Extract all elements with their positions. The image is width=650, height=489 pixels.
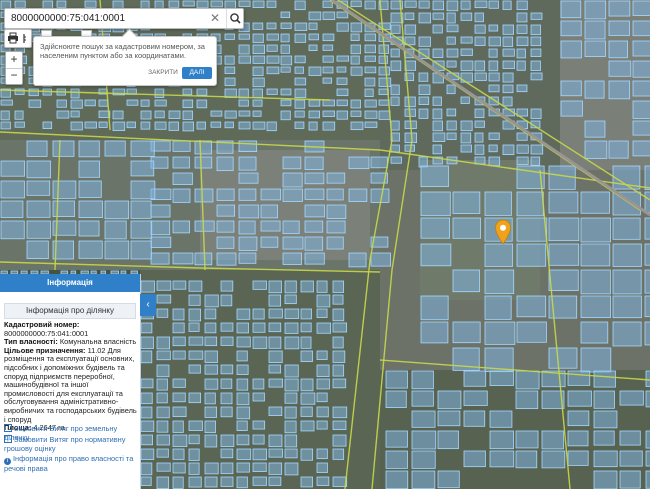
tooltip-close-button[interactable]: ЗАКРИТИ	[146, 67, 180, 79]
print-button[interactable]	[7, 32, 19, 44]
panel-subtitle: Інформація про ділянку	[4, 303, 136, 319]
order-valuation-extract-link[interactable]: Замовити Витяг про нормативну грошову оц…	[4, 435, 137, 453]
search-bar: ✕	[4, 8, 244, 29]
search-icon	[230, 13, 241, 24]
close-icon[interactable]: ✕	[208, 11, 222, 25]
document-icon	[4, 424, 12, 432]
map-toolbar	[4, 29, 32, 48]
info-panel: Інформація Інформація про ділянку Кадаст…	[0, 274, 141, 489]
search-hint-tooltip: Здійсноюте пошук за кадастровим номером,…	[33, 36, 217, 86]
document-icon	[4, 435, 12, 443]
purpose-value: 11.02 Для розміщення та експлуатації осн…	[4, 345, 137, 424]
collapse-panel-button[interactable]: ‹	[140, 294, 156, 316]
ownership-info-link[interactable]: i Інформація про право власності та речов…	[4, 454, 137, 474]
zoom-out-button[interactable]: −	[6, 68, 22, 84]
search-button[interactable]	[226, 9, 244, 28]
chevron-left-icon: ‹	[146, 299, 150, 310]
location-marker-icon[interactable]	[494, 219, 512, 245]
link-label: Замовити Витяг про нормативну грошову оц…	[4, 435, 126, 453]
zoom-in-button[interactable]: +	[6, 52, 22, 69]
zoom-control: + −	[5, 51, 23, 85]
print-icon	[8, 32, 18, 44]
tooltip-text: Здійсноюте пошук за кадастровим номером,…	[40, 42, 205, 60]
tooltip-next-button[interactable]: ДАЛІ	[182, 67, 212, 79]
panel-title: Інформація	[0, 274, 140, 292]
parcel-details: Кадастровий номер: 8000000000:75:041:000…	[4, 320, 137, 433]
measure-button[interactable]	[21, 32, 33, 44]
link-label: Інформація про право власності та речові…	[4, 454, 134, 473]
ruler-icon	[23, 34, 26, 43]
search-input[interactable]	[11, 10, 201, 26]
